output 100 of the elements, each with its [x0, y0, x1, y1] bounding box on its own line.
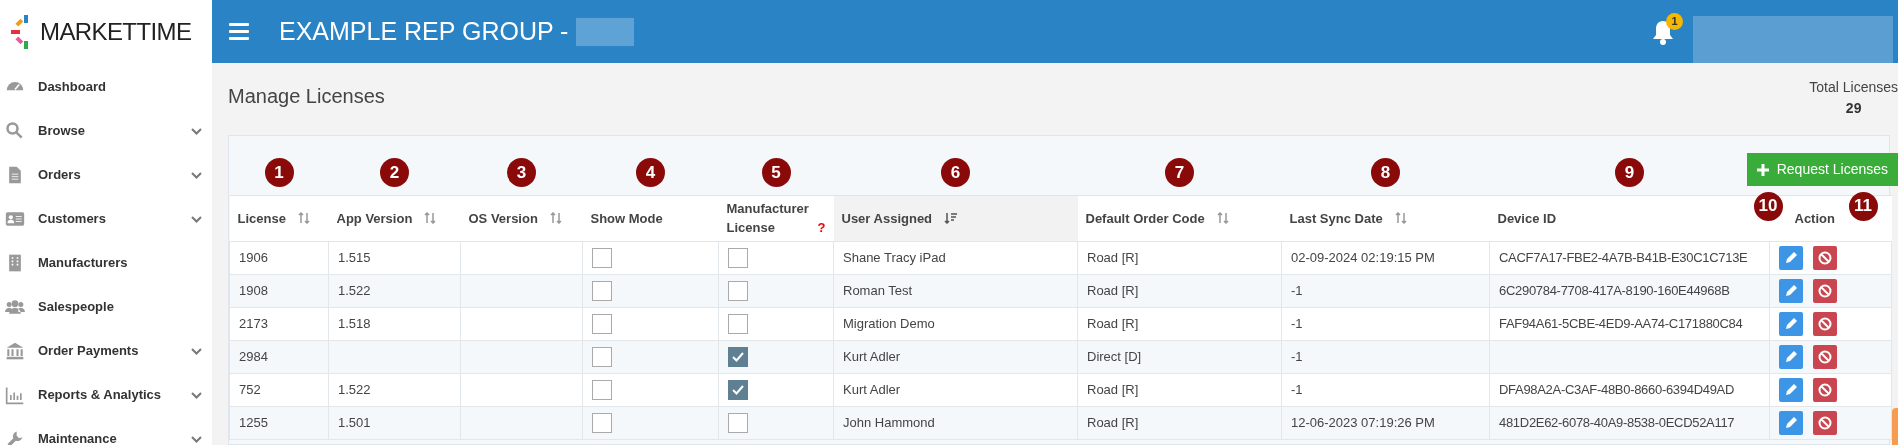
chevron-down-icon — [191, 171, 202, 179]
callout-marker: 9 — [1615, 157, 1644, 187]
table-cell: 1.518 — [338, 315, 371, 331]
callout-marker: 10 — [1753, 191, 1783, 221]
table-cell: 2984 — [239, 348, 268, 364]
column-header-cell[interactable]: License — [229, 195, 329, 241]
logo-wordmark: MARKETTIME — [40, 19, 192, 44]
pencil-icon — [1784, 415, 1798, 430]
sidebar-item[interactable]: Dashboard — [0, 65, 212, 109]
table-cell: Direct [D] — [1087, 348, 1142, 364]
pencil-icon — [1784, 316, 1798, 331]
sort-icon[interactable] — [297, 212, 310, 224]
sidebar-item[interactable]: Customers — [0, 197, 212, 241]
pencil-icon — [1784, 349, 1798, 364]
table-cell: 1.522 — [338, 381, 371, 397]
sort-icon[interactable] — [1216, 212, 1229, 224]
table-cell: 1906 — [239, 249, 268, 265]
edit-button[interactable] — [1779, 410, 1803, 435]
checkbox[interactable] — [728, 313, 748, 334]
column-header-cell[interactable]: OS Version — [460, 195, 583, 241]
column-header-cell[interactable]: Last Sync Date — [1281, 195, 1490, 241]
callout-marker: 8 — [1371, 157, 1400, 187]
callout-marker: 4 — [636, 157, 665, 187]
check-icon — [732, 351, 744, 362]
total-licenses-label: Total Licenses — [1809, 78, 1898, 97]
sidebar-item[interactable]: Orders — [0, 153, 212, 197]
page-title: Manage Licenses — [228, 84, 385, 109]
table-cell: John Hammond — [843, 414, 935, 430]
table-cell: Road [R] — [1087, 381, 1139, 397]
checkbox[interactable] — [728, 379, 748, 400]
disable-button[interactable] — [1813, 245, 1837, 270]
sidebar-item[interactable]: Browse — [0, 109, 212, 153]
edit-button[interactable] — [1779, 245, 1803, 270]
disable-button[interactable] — [1813, 311, 1837, 336]
callout-marker: 2 — [380, 157, 409, 187]
ban-icon — [1818, 250, 1832, 265]
table-cell: 1.501 — [338, 414, 371, 430]
table-cell: -1 — [1291, 315, 1303, 331]
pencil-icon — [1784, 382, 1798, 397]
sidebar-item[interactable]: Order Payments — [0, 329, 212, 373]
checkbox[interactable] — [728, 247, 748, 268]
sidebar-item[interactable]: Reports & Analytics — [0, 373, 212, 417]
sort-icon[interactable] — [549, 212, 562, 224]
disable-button[interactable] — [1813, 344, 1837, 369]
id-card-icon — [5, 209, 25, 229]
ban-icon — [1818, 283, 1832, 298]
column-header-cell[interactable]: Default Order Code — [1077, 195, 1282, 241]
bank-icon — [5, 341, 25, 361]
callout-marker: 7 — [1165, 157, 1194, 187]
sort-icon[interactable] — [424, 212, 437, 224]
table-cell: Kurt Adler — [843, 381, 901, 397]
search-icon — [5, 121, 25, 141]
table-cell: Shane Tracy iPad — [843, 249, 946, 265]
table-cell: FAF94A61-5CBE-4ED9-AA74-C171880C84 — [1499, 315, 1743, 331]
edit-button[interactable] — [1779, 311, 1803, 336]
column-header-cell[interactable]: App Version — [328, 195, 461, 241]
ban-icon — [1818, 316, 1832, 331]
checkbox[interactable] — [728, 346, 748, 367]
callout-marker: 3 — [507, 157, 536, 187]
checkbox[interactable] — [592, 379, 612, 400]
checkbox[interactable] — [592, 313, 612, 334]
redacted-block — [576, 17, 635, 46]
checkbox[interactable] — [728, 412, 748, 433]
disable-button[interactable] — [1813, 410, 1837, 435]
disable-button[interactable] — [1813, 278, 1837, 303]
sort-descending-icon[interactable] — [944, 212, 958, 224]
menu-icon[interactable] — [229, 23, 249, 40]
help-mark[interactable]: ? — [817, 217, 826, 237]
edit-button[interactable] — [1779, 377, 1803, 402]
table-cell: 6C290784-7708-417A-8190-160E44968B — [1499, 282, 1730, 298]
table-cell: 752 — [239, 381, 261, 397]
table-cell: Roman Test — [843, 282, 913, 298]
checkbox[interactable] — [592, 346, 612, 367]
people-icon — [5, 297, 25, 317]
edit-button[interactable] — [1779, 344, 1803, 369]
checkbox[interactable] — [592, 280, 612, 301]
checkbox[interactable] — [592, 412, 612, 433]
checkbox[interactable] — [592, 247, 612, 268]
callout-marker: 5 — [761, 157, 791, 187]
sidebar-item[interactable]: Manufacturers — [0, 241, 212, 285]
edit-button[interactable] — [1779, 278, 1803, 303]
table-cell: 481D2E62-6078-40A9-8538-0ECD52A117 — [1499, 414, 1735, 430]
callout-marker: 6 — [941, 157, 970, 187]
disable-button[interactable] — [1813, 377, 1837, 402]
column-header-cell: Manufacturer License ? — [718, 195, 834, 241]
table-cell: Road [R] — [1087, 282, 1139, 298]
table-cell: 12-06-2023 07:19:26 PM — [1291, 414, 1435, 430]
ban-icon — [1818, 349, 1832, 364]
checkbox[interactable] — [728, 280, 748, 301]
chevron-down-icon — [191, 347, 202, 355]
column-header-cell: Show Mode — [582, 195, 719, 241]
group-title: EXAMPLE REP GROUP - — [279, 15, 569, 47]
pencil-icon — [1784, 283, 1798, 298]
sidebar-item[interactable]: Maintenance — [0, 417, 212, 445]
notification-badge: 1 — [1666, 12, 1683, 30]
column-header-cell[interactable]: User Assigned — [833, 195, 1078, 241]
sort-icon[interactable] — [1394, 212, 1407, 224]
callout-marker: 1 — [264, 157, 294, 187]
sidebar-item[interactable]: Salespeople — [0, 285, 212, 329]
ban-icon — [1818, 382, 1832, 397]
